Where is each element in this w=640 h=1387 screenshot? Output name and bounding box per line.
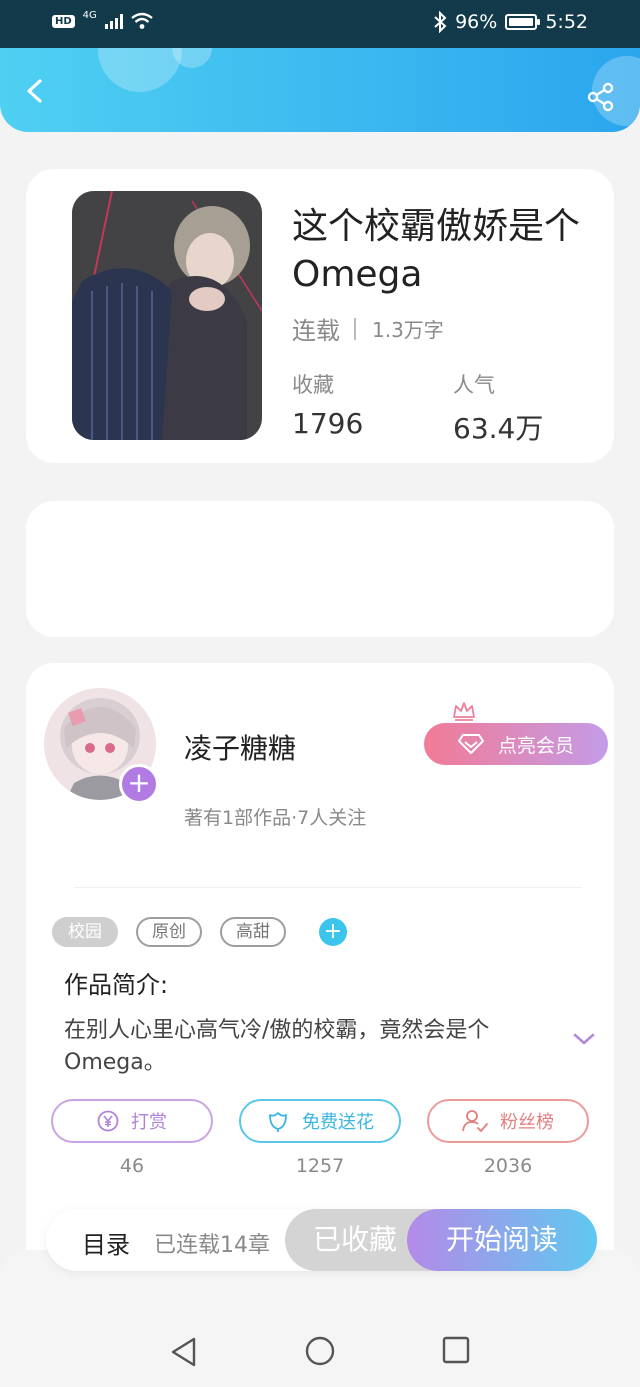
- popularity-count: 63.4万: [453, 412, 544, 445]
- fans-count: 2036: [483, 1155, 533, 1177]
- send-flower-button[interactable]: 免费送花: [239, 1099, 401, 1143]
- bluetooth-icon: [434, 11, 447, 33]
- word-count: 1.3万字: [372, 318, 444, 342]
- status-bar: HD 4G 96% 5:52: [0, 0, 640, 48]
- popularity-label: 人气: [453, 373, 495, 397]
- crown-icon: [453, 702, 475, 721]
- status-right: 96% 5:52: [433, 11, 588, 33]
- reward-label: 打赏: [131, 1112, 167, 1133]
- chevron-down-icon[interactable]: [572, 1031, 596, 1047]
- chevron-left-icon[interactable]: [22, 78, 48, 104]
- home-circle-icon[interactable]: [305, 1336, 335, 1366]
- start-reading-button[interactable]: 开始阅读: [407, 1209, 597, 1271]
- chapter-count: 已连载14章: [154, 1233, 270, 1258]
- intro-title: 作品简介:: [64, 971, 169, 999]
- book-cover[interactable]: [72, 191, 262, 440]
- network-type: 4G: [82, 9, 97, 21]
- toc-button[interactable]: 目录: [82, 1225, 130, 1260]
- author-meta: 著有1部作品·7人关注: [184, 807, 367, 829]
- tag-sweet[interactable]: 高甜: [220, 917, 286, 947]
- signal-icon: [104, 13, 123, 29]
- flower-icon: [269, 1112, 287, 1132]
- tag-campus[interactable]: 校园: [52, 917, 118, 947]
- intro-text: 在别人心里心高气冷/傲的校霸，竟然会是个Omega。: [64, 1018, 490, 1075]
- fans-ranking-button[interactable]: 粉丝榜: [427, 1099, 589, 1143]
- meta-divider: [354, 317, 356, 340]
- bottom-action-bar: 目录 已连载14章 已收藏 开始阅读: [46, 1209, 597, 1271]
- fans-ranking-label: 粉丝榜: [500, 1112, 554, 1133]
- decor-bubble: [98, 48, 182, 92]
- recents-square-icon[interactable]: [442, 1336, 470, 1364]
- book-title: 这个校霸傲娇是个Omega: [292, 206, 581, 295]
- header-bar: [0, 48, 640, 132]
- collect-count: 1796: [292, 407, 364, 440]
- reward-count: 46: [119, 1155, 145, 1177]
- clock: 5:52: [545, 11, 588, 33]
- yen-coin-icon: [97, 1110, 119, 1132]
- book-info-card: 这个校霸傲娇是个Omega 连载 1.3万字 收藏 1796 人气 63.4万: [26, 169, 614, 463]
- flower-count: 1257: [295, 1155, 345, 1177]
- hd-icon: HD: [52, 14, 75, 28]
- tag-original[interactable]: 原创: [136, 917, 202, 947]
- status-left: HD 4G: [52, 9, 153, 30]
- wifi-icon: [131, 12, 153, 29]
- book-meta: 连载 1.3万字: [292, 311, 444, 346]
- back-triangle-icon[interactable]: [170, 1336, 198, 1368]
- add-tag-button[interactable]: +: [319, 918, 347, 946]
- cover-illustration: [72, 191, 262, 440]
- book-status: 连载: [292, 317, 340, 345]
- vip-button[interactable]: 点亮会员: [424, 702, 608, 765]
- follow-author-button[interactable]: +: [119, 764, 159, 804]
- blank-card: [26, 501, 614, 637]
- collect-label: 收藏: [292, 373, 334, 397]
- send-flower-label: 免费送花: [302, 1112, 374, 1133]
- author-name[interactable]: 凌子糖糖: [184, 727, 296, 767]
- section-divider: [74, 887, 582, 888]
- share-icon[interactable]: [586, 82, 616, 112]
- fans-ranking-icon: [462, 1110, 488, 1133]
- diamond-icon: [457, 734, 484, 754]
- battery-percent: 96%: [455, 11, 498, 33]
- vip-label: 点亮会员: [497, 734, 574, 757]
- battery-icon: [505, 14, 541, 30]
- reward-button[interactable]: 打赏: [51, 1099, 213, 1143]
